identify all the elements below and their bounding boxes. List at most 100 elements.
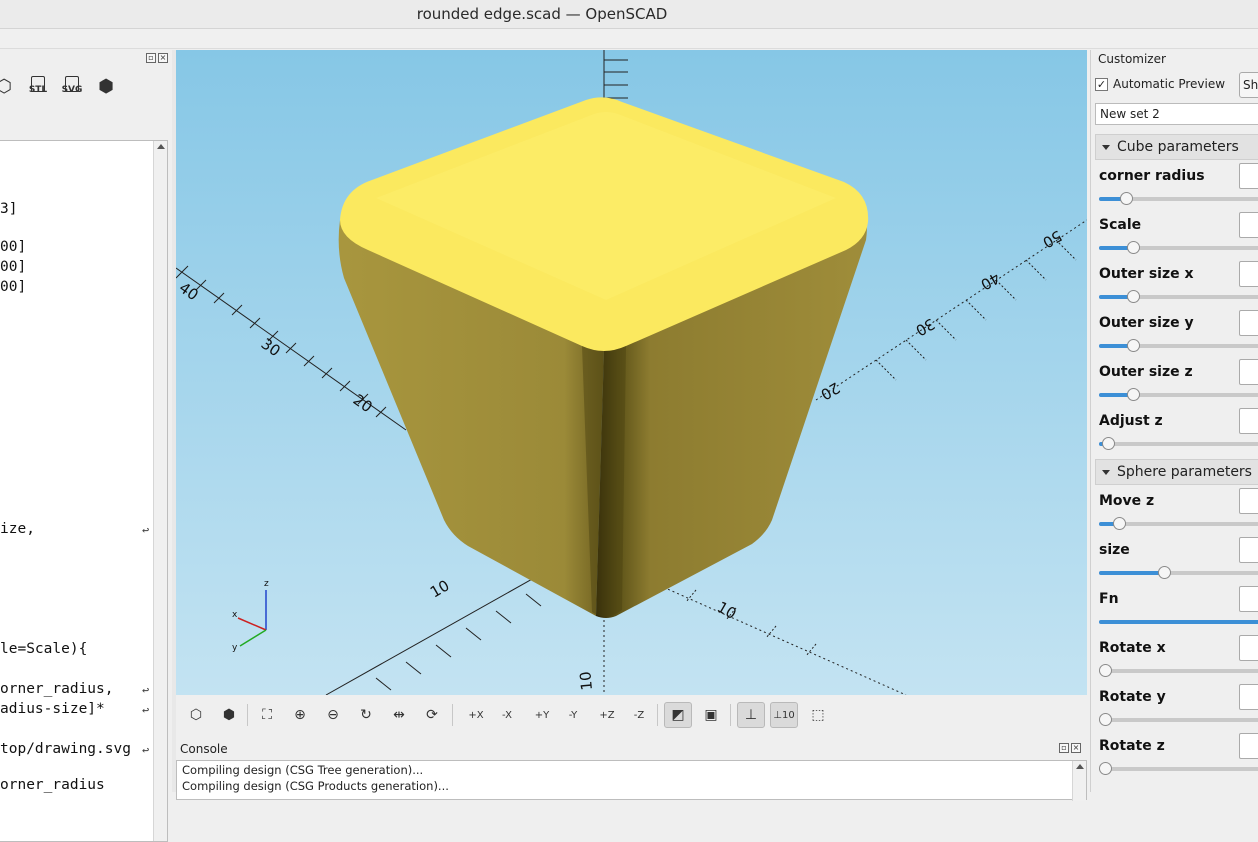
- code-line: orner_radius: [0, 777, 105, 793]
- slider-handle[interactable]: [1113, 517, 1126, 530]
- zoom-in-button[interactable]: ⊕: [286, 702, 314, 728]
- view-left-button[interactable]: -X: [493, 702, 521, 728]
- param-value-input[interactable]: [1239, 359, 1258, 385]
- code-line: 3]: [0, 201, 18, 217]
- float-panel-icon[interactable]: ▫: [146, 53, 156, 63]
- rotate-button[interactable]: ⟳: [418, 702, 446, 728]
- close-panel-icon[interactable]: ×: [1071, 743, 1081, 753]
- slider-handle[interactable]: [1127, 241, 1140, 254]
- param-value-input[interactable]: [1239, 261, 1258, 287]
- param-slider[interactable]: [1099, 388, 1258, 401]
- show-details-button[interactable]: Sho: [1239, 72, 1258, 98]
- slider-handle[interactable]: [1099, 664, 1112, 677]
- param-slider[interactable]: [1099, 241, 1258, 254]
- param-value-input[interactable]: [1239, 310, 1258, 336]
- orthogonal-button[interactable]: ▣: [697, 702, 725, 728]
- param-slider[interactable]: [1099, 290, 1258, 303]
- param-group-header[interactable]: Sphere parameters: [1095, 459, 1258, 485]
- view-front-button[interactable]: -Y: [559, 702, 587, 728]
- slider-handle[interactable]: [1102, 437, 1115, 450]
- line-wrap-icon: ↩: [142, 683, 150, 697]
- render-button[interactable]: ⬢: [215, 702, 243, 728]
- collapse-triangle-icon: [1102, 144, 1110, 150]
- param-slider[interactable]: [1099, 339, 1258, 352]
- param-slider[interactable]: [1099, 192, 1258, 205]
- preview-button[interactable]: ⬡: [182, 702, 210, 728]
- slider-handle[interactable]: [1127, 339, 1140, 352]
- toolbar-separator: [730, 704, 731, 726]
- toolbar-separator: [247, 704, 248, 726]
- console-scrollbar[interactable]: [1072, 761, 1086, 801]
- param-value-input[interactable]: [1239, 635, 1258, 661]
- show-edges-icon: ⬚: [811, 707, 825, 723]
- gizmo-x-label: x: [232, 610, 238, 620]
- param-value-input[interactable]: [1239, 408, 1258, 434]
- code-line: le=Scale){: [0, 641, 88, 657]
- param-group-header[interactable]: Cube parameters: [1095, 134, 1258, 160]
- view-bottom-button[interactable]: -Z: [625, 702, 653, 728]
- zoom-out-button[interactable]: ⊖: [319, 702, 347, 728]
- slider-handle[interactable]: [1158, 566, 1171, 579]
- float-panel-icon[interactable]: ▫: [1059, 743, 1069, 753]
- param-label: Outer size z: [1099, 364, 1193, 380]
- perspective-button[interactable]: ◩: [664, 702, 692, 728]
- customizer-title: Customizer: [1098, 52, 1166, 66]
- view-bottom-icon: -Z: [633, 709, 645, 721]
- reset-view-button[interactable]: ↻: [352, 702, 380, 728]
- close-panel-icon[interactable]: ×: [158, 53, 168, 63]
- view-back-button[interactable]: +Y: [528, 702, 556, 728]
- axis-label-x-20: 20: [350, 391, 376, 417]
- show-axes-icon: ⊥: [744, 707, 758, 723]
- view-top-button[interactable]: +Z: [593, 702, 621, 728]
- param-slider[interactable]: [1099, 437, 1258, 450]
- customizer-panel: Customizer ✓ Automatic Preview Sho New s…: [1090, 50, 1258, 792]
- param-value-input[interactable]: [1239, 163, 1258, 189]
- preset-select[interactable]: New set 2: [1095, 103, 1258, 125]
- param-value-input[interactable]: [1239, 733, 1258, 759]
- view-right-icon: +X: [468, 709, 484, 721]
- param-slider[interactable]: [1099, 566, 1258, 579]
- show-axes-button[interactable]: ⊥: [737, 702, 765, 728]
- show-scale-button[interactable]: ⊥10: [770, 702, 798, 728]
- param-label: Adjust z: [1099, 413, 1163, 429]
- slider-handle[interactable]: [1127, 290, 1140, 303]
- slider-handle[interactable]: [1120, 192, 1133, 205]
- collapse-triangle-icon: [1102, 469, 1110, 475]
- param-slider[interactable]: [1099, 664, 1258, 677]
- code-editor[interactable]: 3] 00] 00] 00] ize, ↩ le=Scale){orner_radius, ↩…: [0, 140, 168, 842]
- slider-handle[interactable]: [1127, 388, 1140, 401]
- slider-handle[interactable]: [1099, 762, 1112, 775]
- param-value-input[interactable]: [1239, 212, 1258, 238]
- param-label: Rotate z: [1099, 738, 1165, 754]
- param-value-input[interactable]: [1239, 684, 1258, 710]
- scroll-up-icon[interactable]: [1076, 764, 1084, 769]
- view-back-icon: +Y: [534, 709, 550, 721]
- param-slider[interactable]: [1099, 762, 1258, 775]
- 3d-viewport[interactable]: 40 30 20 10 50 40 30 20 10 10 10: [176, 50, 1087, 695]
- param-value-input[interactable]: [1239, 488, 1258, 514]
- param-value-input[interactable]: [1239, 537, 1258, 563]
- export-svg-icon[interactable]: SVG: [60, 76, 84, 102]
- param-slider[interactable]: [1099, 620, 1258, 624]
- show-edges-button[interactable]: ⬚: [804, 702, 832, 728]
- editor-toolbar: ⬡ STL SVG ⬢: [0, 74, 172, 104]
- console-line: Compiling design (CSG Products generatio…: [182, 779, 449, 793]
- slider-handle[interactable]: [1099, 713, 1112, 726]
- editor-scrollbar[interactable]: [153, 141, 167, 841]
- send-3d-print-icon[interactable]: ⬢: [94, 76, 118, 102]
- preview-icon: ⬡: [189, 707, 203, 723]
- render-icon[interactable]: ⬡: [0, 76, 16, 102]
- scroll-up-icon[interactable]: [157, 144, 165, 149]
- export-stl-icon[interactable]: STL: [26, 76, 50, 102]
- automatic-preview-option[interactable]: ✓ Automatic Preview: [1095, 77, 1225, 91]
- view-right-button[interactable]: +X: [462, 702, 490, 728]
- param-group-title: Cube parameters: [1117, 139, 1239, 155]
- param-slider[interactable]: [1099, 517, 1258, 530]
- gizmo-y-label: y: [232, 643, 238, 653]
- param-value-input[interactable]: [1239, 586, 1258, 612]
- automatic-preview-checkbox[interactable]: ✓: [1095, 77, 1108, 91]
- view-center-button[interactable]: ⇹: [385, 702, 413, 728]
- view-left-icon: -X: [502, 709, 512, 721]
- view-all-button[interactable]: ⛶: [253, 702, 281, 728]
- param-slider[interactable]: [1099, 713, 1258, 726]
